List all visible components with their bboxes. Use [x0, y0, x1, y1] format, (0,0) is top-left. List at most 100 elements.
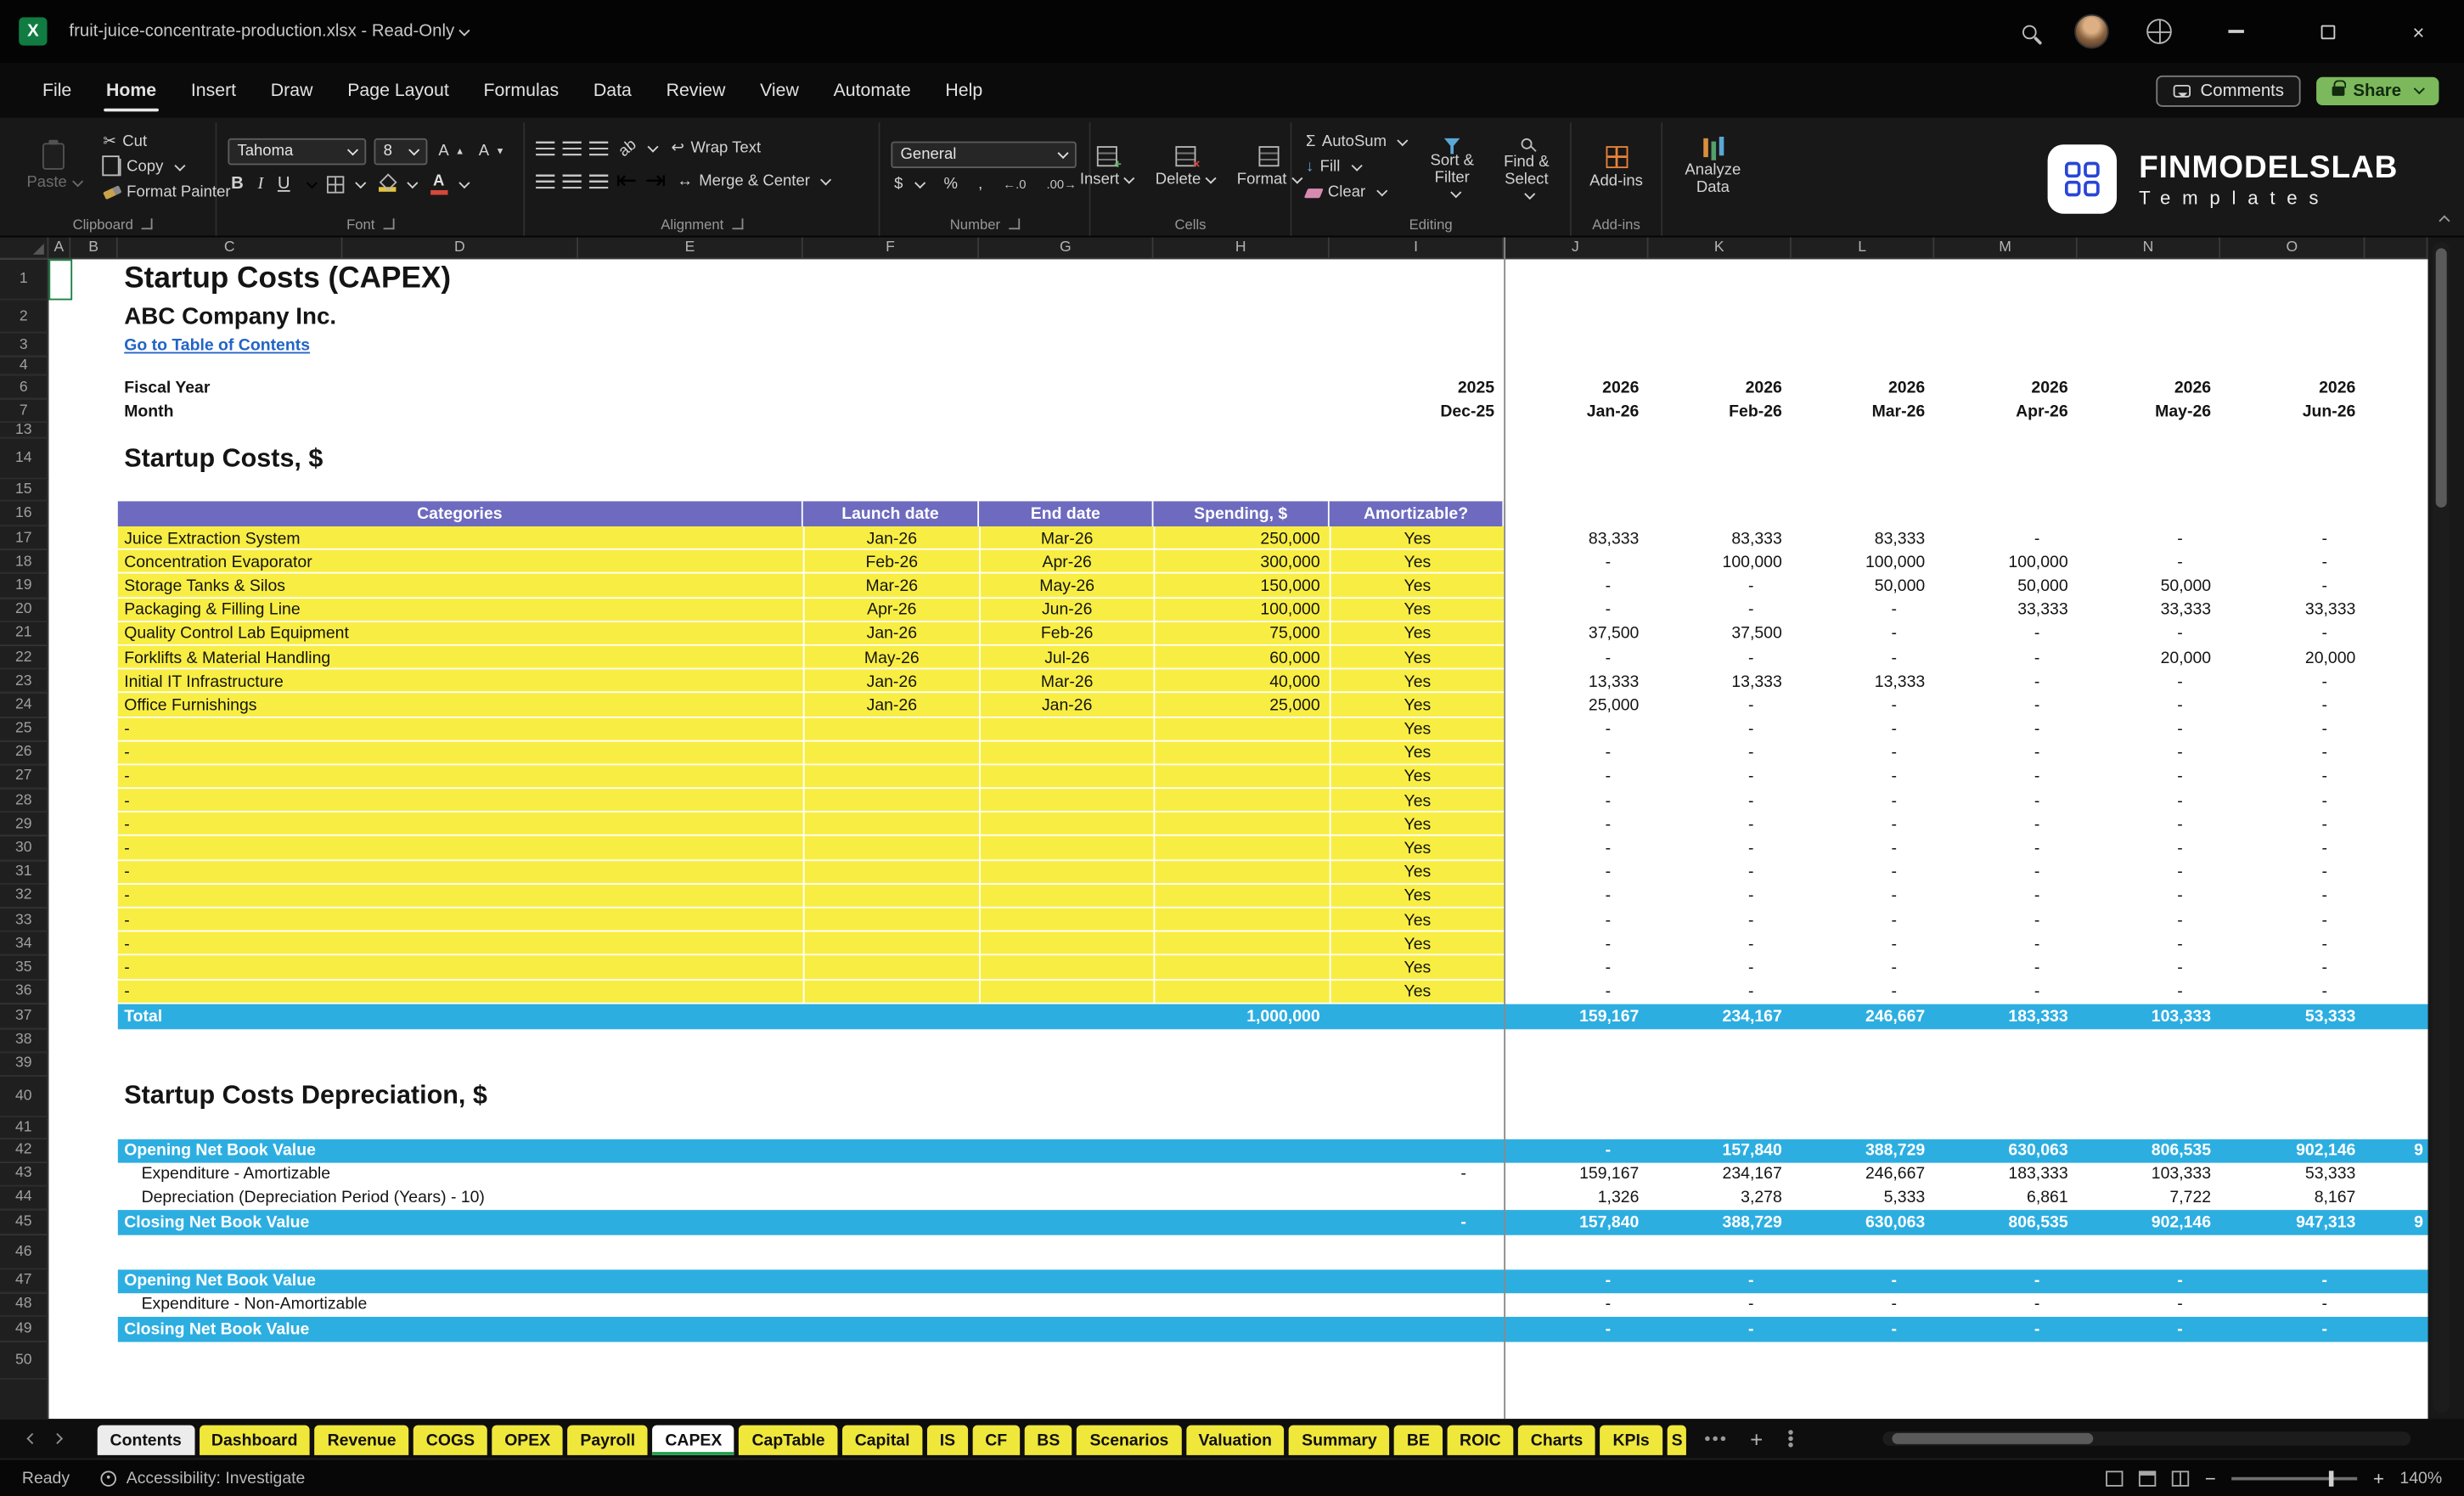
cell-O23[interactable]: -	[2220, 670, 2365, 694]
cell-I29[interactable]: Yes	[1329, 813, 1504, 837]
cell-F31[interactable]	[802, 860, 979, 885]
row-header-36[interactable]: 36	[0, 980, 49, 1004]
decrease-indent-icon[interactable]: ⇤	[616, 165, 638, 196]
cell-M37[interactable]: 183,333	[1934, 1004, 2077, 1029]
row-header-21[interactable]: 21	[0, 621, 49, 646]
cell-M42[interactable]: 630,063	[1934, 1139, 2077, 1162]
cell-M29[interactable]: -	[1934, 813, 2077, 836]
cell-C19[interactable]: Storage Tanks & Silos	[118, 574, 803, 598]
row-header-39[interactable]: 39	[0, 1052, 49, 1077]
row-header-30[interactable]: 30	[0, 836, 49, 861]
cell-K31[interactable]: -	[1648, 861, 1791, 885]
cell-M19[interactable]: 50,000	[1934, 574, 2077, 598]
cell-L43[interactable]: 246,667	[1792, 1162, 1934, 1186]
column-header-F[interactable]: F	[802, 237, 980, 260]
clear-button[interactable]: Clear	[1302, 183, 1409, 203]
sheet-tab-contents[interactable]: Contents	[97, 1425, 194, 1455]
sheet-tab-capex[interactable]: CAPEX	[652, 1425, 735, 1455]
cell-J33[interactable]: -	[1504, 908, 1648, 932]
cell-I26[interactable]: Yes	[1329, 740, 1504, 766]
row-header-33[interactable]: 33	[0, 908, 49, 932]
cell-J36[interactable]: -	[1504, 980, 1648, 1004]
cell-F19[interactable]: Mar-26	[802, 574, 979, 599]
cell-H16[interactable]: Spending, $	[1153, 501, 1330, 527]
cell-H22[interactable]: 60,000	[1153, 645, 1329, 670]
cell-O30[interactable]: -	[2220, 836, 2365, 860]
cell-H36[interactable]	[1153, 980, 1329, 1004]
all-sheets-button[interactable]	[1704, 1436, 1710, 1442]
cell-J32[interactable]: -	[1504, 885, 1648, 908]
cell-K26[interactable]: -	[1648, 741, 1791, 765]
sheet-tab-charts[interactable]: Charts	[1517, 1425, 1596, 1455]
cell-J18[interactable]: -	[1504, 550, 1648, 574]
cell-L49[interactable]: -	[1792, 1317, 1934, 1342]
cell-N19[interactable]: 50,000	[2078, 574, 2220, 598]
cell-L26[interactable]: -	[1792, 741, 1934, 765]
cell-J30[interactable]: -	[1504, 836, 1648, 860]
cell-L33[interactable]: -	[1792, 908, 1934, 932]
column-header-L[interactable]: L	[1791, 237, 1935, 260]
row-header-22[interactable]: 22	[0, 645, 49, 670]
scroll-tabs-right-button[interactable]	[44, 1432, 70, 1444]
cell-O32[interactable]: -	[2220, 885, 2365, 908]
cell-P45[interactable]: 9	[2365, 1210, 2427, 1235]
cell-M43[interactable]: 183,333	[1934, 1162, 2077, 1186]
sheet-tab-summary[interactable]: Summary	[1289, 1425, 1390, 1455]
font-name-select[interactable]: Tahoma	[228, 138, 367, 166]
cell-L29[interactable]: -	[1792, 813, 1934, 836]
cell-L48[interactable]: -	[1792, 1293, 1934, 1317]
cell-M44[interactable]: 6,861	[1934, 1186, 2077, 1210]
cell-I28[interactable]: Yes	[1329, 789, 1504, 813]
row-header-42[interactable]: 42	[0, 1139, 49, 1163]
scroll-tabs-left-button[interactable]	[19, 1432, 44, 1444]
close-button[interactable]: ×	[2392, 11, 2445, 52]
cell-H17[interactable]: 250,000	[1153, 526, 1329, 551]
cell-J48[interactable]: -	[1504, 1293, 1648, 1317]
cell-J21[interactable]: 37,500	[1504, 621, 1648, 645]
cell-I19[interactable]: Yes	[1329, 574, 1504, 599]
cell-O45[interactable]: 947,313	[2220, 1210, 2365, 1235]
zoom-in-button[interactable]: +	[2373, 1467, 2384, 1489]
new-sheet-button[interactable]: +	[1750, 1427, 1763, 1449]
sheet-tab-captable[interactable]: CapTable	[739, 1425, 838, 1455]
cell-K19[interactable]: -	[1648, 574, 1791, 598]
sheet-tab-valuation[interactable]: Valuation	[1185, 1425, 1285, 1455]
cell-I23[interactable]: Yes	[1329, 669, 1504, 694]
cell-F24[interactable]: Jan-26	[802, 693, 979, 717]
cell-N47[interactable]: -	[2078, 1269, 2220, 1293]
cell-O19[interactable]: -	[2220, 574, 2365, 598]
cell-L19[interactable]: 50,000	[1792, 574, 1934, 598]
column-header-B[interactable]: B	[70, 237, 118, 260]
sheet-tab-bs[interactable]: BS	[1024, 1425, 1073, 1455]
cell-I43[interactable]: -	[1330, 1162, 1504, 1186]
cell-N6[interactable]: 2026	[2078, 375, 2220, 399]
cell-L47[interactable]: -	[1792, 1269, 1934, 1293]
cell-K33[interactable]: -	[1648, 908, 1791, 932]
cell-L6[interactable]: 2026	[1792, 375, 1934, 399]
cell-L42[interactable]: 388,729	[1792, 1139, 1934, 1162]
cell-J27[interactable]: -	[1504, 765, 1648, 789]
cell-L18[interactable]: 100,000	[1792, 550, 1934, 574]
cell-M28[interactable]: -	[1934, 789, 2077, 813]
cell-J22[interactable]: -	[1504, 646, 1648, 670]
copy-button[interactable]: Copy	[100, 155, 234, 177]
cell-N44[interactable]: 7,722	[2078, 1186, 2220, 1210]
autosum-button[interactable]: Σ AutoSum	[1302, 132, 1409, 152]
cell-N45[interactable]: 902,146	[2078, 1210, 2220, 1235]
cell-N48[interactable]: -	[2078, 1293, 2220, 1317]
cell-F28[interactable]	[802, 789, 979, 813]
cell-K48[interactable]: -	[1648, 1293, 1791, 1317]
cell-L45[interactable]: 630,063	[1792, 1210, 1934, 1235]
normal-view-button[interactable]	[2106, 1470, 2124, 1486]
row-header-14[interactable]: 14	[0, 438, 49, 480]
cell-G17[interactable]: Mar-26	[979, 526, 1153, 551]
cell-H21[interactable]: 75,000	[1153, 621, 1329, 646]
cell-K29[interactable]: -	[1648, 813, 1791, 836]
cell-H24[interactable]: 25,000	[1153, 693, 1329, 717]
cell-C35[interactable]: -	[118, 956, 803, 980]
column-header-C[interactable]: C	[117, 237, 343, 260]
cell-L22[interactable]: -	[1792, 646, 1934, 670]
row-header-44[interactable]: 44	[0, 1185, 49, 1210]
add-ins-button[interactable]: Add-ins	[1584, 142, 1650, 192]
cell-N35[interactable]: -	[2078, 956, 2220, 980]
